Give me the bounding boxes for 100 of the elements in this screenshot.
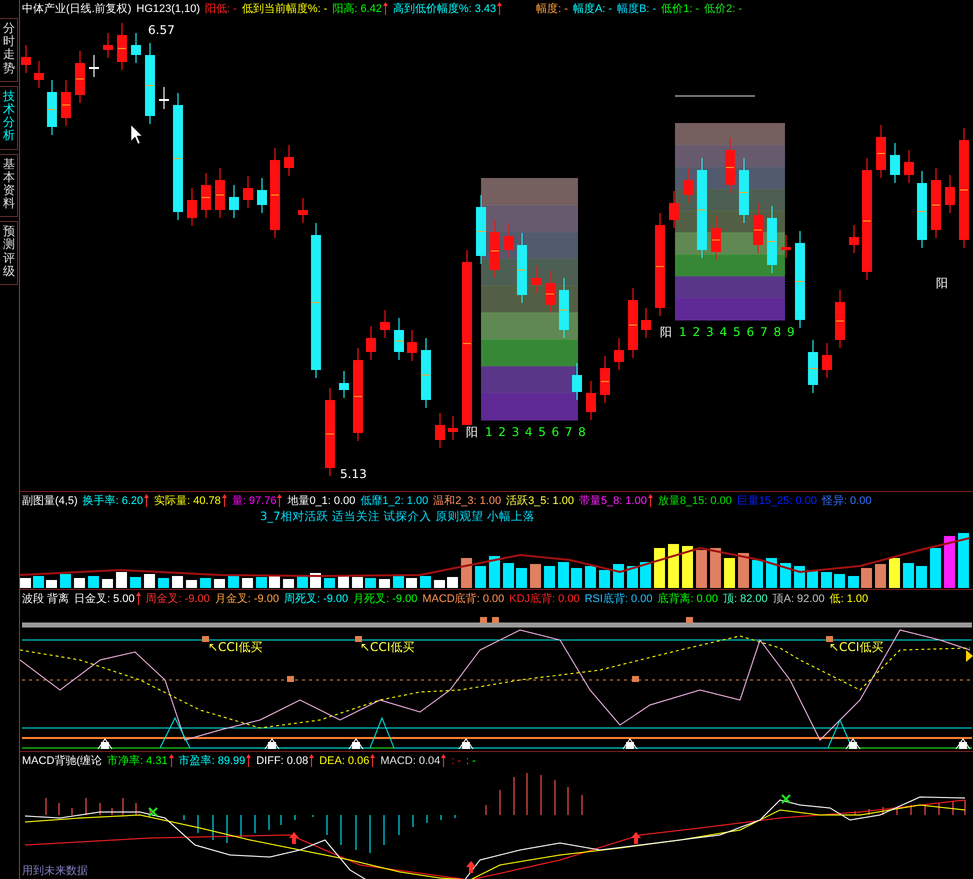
sequence-number: 9	[787, 325, 795, 339]
candlestick	[490, 220, 500, 278]
yang-marker: 阳	[660, 325, 672, 339]
candlestick	[781, 234, 791, 258]
candlestick	[229, 184, 239, 218]
cci-buy-label: ↖CCI低买	[208, 640, 262, 654]
candlestick	[614, 338, 624, 370]
volume-bar	[324, 578, 335, 588]
cursor-icon	[130, 124, 142, 144]
volume-bar	[516, 568, 527, 588]
sequence-number: 2	[498, 425, 506, 439]
candlestick	[572, 362, 582, 400]
up-arrow-icon	[441, 754, 446, 767]
sidebar-tab[interactable]: 分时走势	[0, 18, 18, 82]
candlestick	[89, 54, 99, 78]
sequence-number: 8	[578, 425, 586, 439]
volume-bar	[489, 556, 500, 588]
volume-bar	[821, 572, 832, 588]
volume-bar	[585, 566, 596, 588]
volume-bar	[200, 578, 211, 588]
candlestick	[407, 330, 417, 362]
indicator-readout: 顶A: 92.00	[772, 592, 825, 606]
indicator-readout: 活跃3_5: 1.00	[506, 494, 574, 508]
indicator-readout: 周死叉: -9.00	[284, 592, 348, 606]
volume-bar	[256, 577, 267, 588]
indicator-readout: MACD: 0.04	[380, 754, 446, 767]
candlestick	[669, 190, 679, 228]
volume-bar	[60, 574, 71, 588]
up-arrow-icon	[370, 754, 376, 767]
indicator-name: HG123(1,10)	[136, 2, 200, 14]
volume-bar	[283, 579, 294, 588]
candlestick	[531, 266, 541, 294]
candlestick	[876, 124, 886, 178]
volume-bar	[338, 576, 349, 588]
candlestick	[945, 174, 955, 214]
candlestick	[600, 356, 610, 404]
yang-marker: 阳	[936, 276, 948, 290]
indicator-readout: 低: 1.00	[830, 592, 868, 606]
volume-bar	[930, 548, 941, 588]
volume-bar	[434, 580, 445, 588]
indicator-readout: 低价1: -	[661, 2, 700, 16]
up-arrow-icon	[309, 754, 314, 767]
indicator-readout: 幅度A: -	[572, 2, 612, 16]
cci-buy-label: ↖CCI低买	[829, 640, 884, 654]
volume-bar	[738, 553, 749, 588]
volume-note: 3_7相对活跃 适当关注 试探介入 原则观望 小幅上落	[259, 509, 536, 525]
volume-bar	[558, 562, 569, 588]
indicator-readout: 月金叉: -9.00	[214, 592, 279, 606]
sequence-number: 8	[774, 325, 782, 339]
indicator-readout: 实际量: 40.78	[154, 493, 227, 508]
volume-bar	[627, 566, 638, 588]
up-arrow-icon	[222, 494, 227, 507]
up-arrow-icon	[168, 754, 174, 767]
indicator-readout: 周金叉: -9.00	[146, 592, 210, 606]
volume-bar	[379, 579, 390, 588]
indicator-readout: 低到当前幅度%: -	[242, 2, 328, 16]
candlestick	[394, 318, 404, 360]
indicator-readout: 温和2_3: 1.00	[433, 494, 502, 508]
volume-bar	[144, 574, 155, 588]
indicator-readout: 幅度: -	[536, 2, 568, 16]
indicator-readout: 巨量15_25: 0.00	[736, 494, 817, 508]
sequence-number: 4	[524, 425, 533, 439]
volume-bar	[20, 578, 31, 588]
volume-bar	[365, 578, 376, 588]
candlestick	[476, 194, 486, 264]
indicator-readout: 换手率: 6.20	[82, 493, 150, 508]
candlestick	[725, 138, 735, 194]
indicator-readout: : -	[451, 754, 462, 766]
sequence-number: 3	[706, 325, 714, 339]
candlestick	[448, 416, 458, 440]
up-arrow-icon	[144, 494, 150, 507]
volume-bar	[613, 564, 624, 588]
candlestick	[435, 412, 445, 448]
volume-bar	[752, 560, 763, 588]
sequence-number: 7	[564, 425, 572, 439]
candlestick	[504, 224, 514, 258]
volume-bar	[102, 579, 113, 588]
indicator-readout: RSI底背: 0.00	[584, 592, 652, 606]
sequence-number: 5	[733, 325, 741, 339]
volume-bar	[46, 580, 57, 588]
volume-bar	[214, 579, 225, 588]
candlestick	[767, 206, 777, 274]
sidebar-tab[interactable]: 技术分析	[0, 86, 18, 150]
volume-bar	[406, 578, 417, 588]
volume-bar	[640, 562, 651, 588]
indicator-readout: 放量8_15: 0.00	[658, 494, 732, 508]
sidebar-tab[interactable]: 预测评级	[0, 221, 18, 285]
indicator-readout: : -	[466, 754, 476, 766]
sequence-number: 5	[538, 425, 546, 439]
indicator-readout: MACD底背: 0.00	[422, 592, 504, 606]
indicator-readout: 低价2: -	[704, 2, 742, 16]
candlestick	[366, 326, 376, 360]
volume-bar	[228, 576, 239, 588]
volume-bar	[668, 544, 679, 588]
candlestick	[243, 176, 253, 208]
volume-bar	[724, 558, 735, 588]
candlestick	[75, 50, 85, 104]
sidebar-tab[interactable]: 基本资料	[0, 154, 18, 218]
volume-bar	[88, 576, 99, 588]
indicator-readout: 市盈率: 89.99	[178, 753, 252, 768]
